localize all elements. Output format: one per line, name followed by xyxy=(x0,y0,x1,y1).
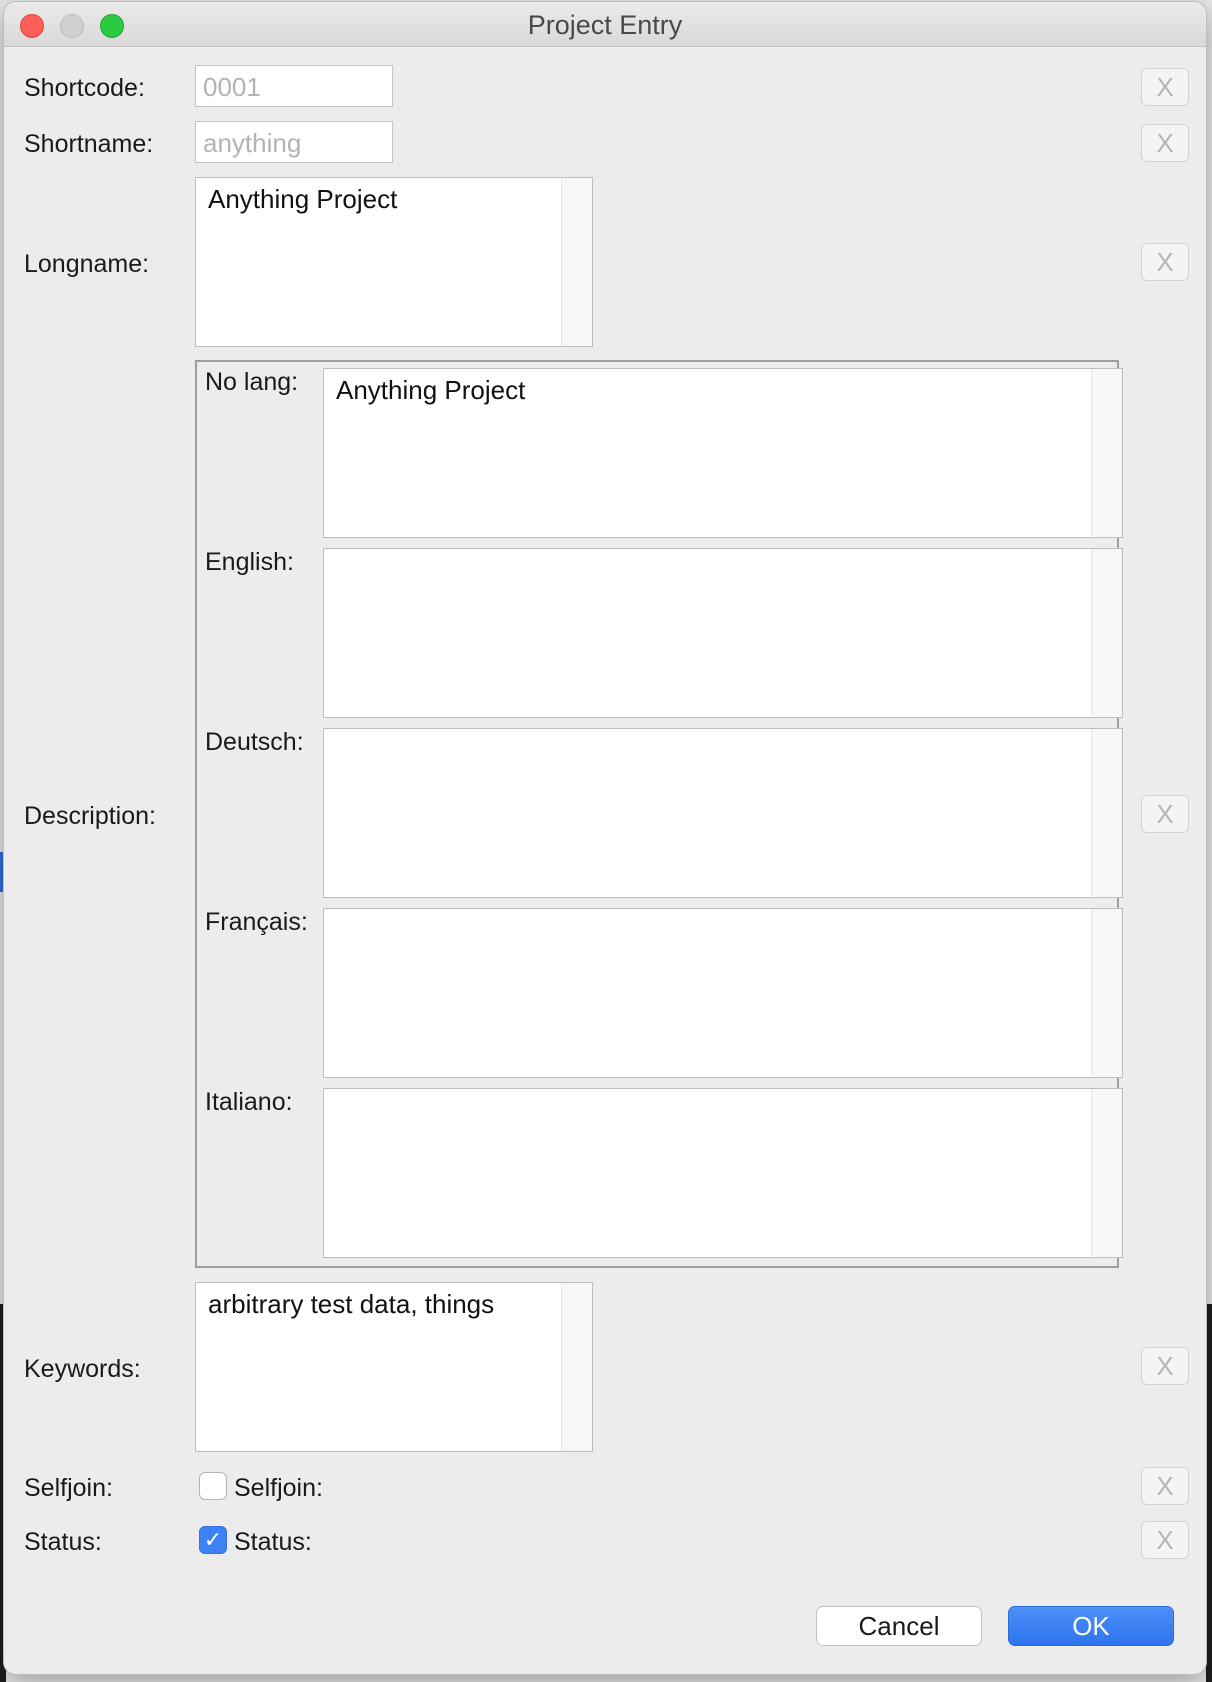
background-edge-right xyxy=(1206,1304,1212,1682)
description-english-scrollbar[interactable] xyxy=(1091,549,1122,717)
clear-shortname-button[interactable]: X xyxy=(1141,124,1189,162)
description-francais-textarea[interactable] xyxy=(323,908,1123,1078)
status-checkbox[interactable]: ✓ xyxy=(199,1526,227,1554)
longname-text: Anything Project xyxy=(208,184,398,214)
shortname-field[interactable]: anything xyxy=(195,121,393,163)
keywords-label: Keywords: xyxy=(24,1355,141,1383)
shortcode-label: Shortcode: xyxy=(24,74,145,102)
description-deutsch-scrollbar[interactable] xyxy=(1091,729,1122,897)
project-entry-dialog: Project Entry Shortcode: 0001 X Shortnam… xyxy=(4,2,1206,1674)
description-label: Description: xyxy=(24,802,156,830)
clear-longname-button[interactable]: X xyxy=(1141,243,1189,281)
description-english-textarea[interactable] xyxy=(323,548,1123,718)
selfjoin-label: Selfjoin: xyxy=(24,1474,113,1502)
keywords-scrollbar[interactable] xyxy=(561,1283,592,1451)
keywords-textarea[interactable]: arbitrary test data, things xyxy=(195,1282,593,1452)
description-francais-scrollbar[interactable] xyxy=(1091,909,1122,1077)
lang-label-italiano: Italiano: xyxy=(205,1088,293,1116)
clear-shortcode-button[interactable]: X xyxy=(1141,68,1189,106)
clear-selfjoin-button[interactable]: X xyxy=(1141,1467,1189,1505)
description-deutsch-textarea[interactable] xyxy=(323,728,1123,898)
ok-button[interactable]: OK xyxy=(1008,1606,1174,1646)
lang-label-nolang: No lang: xyxy=(205,368,299,396)
lang-label-english: English: xyxy=(205,548,294,576)
longname-scrollbar[interactable] xyxy=(561,178,592,346)
description-nolang-scrollbar[interactable] xyxy=(1091,369,1122,537)
description-italiano-textarea[interactable] xyxy=(323,1088,1123,1258)
shortname-label: Shortname: xyxy=(24,130,154,158)
clear-status-button[interactable]: X xyxy=(1141,1521,1189,1559)
shortcode-field[interactable]: 0001 xyxy=(195,65,393,107)
clear-description-button[interactable]: X xyxy=(1141,795,1189,833)
selfjoin-checkbox-label[interactable]: Selfjoin: xyxy=(234,1474,323,1503)
lang-label-deutsch: Deutsch: xyxy=(205,728,304,756)
clear-keywords-button[interactable]: X xyxy=(1141,1347,1189,1385)
description-nolang-text: Anything Project xyxy=(336,375,526,405)
description-nolang-textarea[interactable]: Anything Project xyxy=(323,368,1123,538)
description-italiano-scrollbar[interactable] xyxy=(1091,1089,1122,1257)
keywords-text: arbitrary test data, things xyxy=(208,1289,495,1319)
cancel-button[interactable]: Cancel xyxy=(816,1606,982,1646)
status-checkbox-label[interactable]: Status: xyxy=(234,1528,312,1557)
title-bar: Project Entry xyxy=(4,2,1206,47)
selfjoin-checkbox[interactable] xyxy=(199,1472,227,1500)
lang-label-francais: Français: xyxy=(205,908,308,936)
window-title: Project Entry xyxy=(527,10,683,40)
longname-textarea[interactable]: Anything Project xyxy=(195,177,593,347)
longname-label: Longname: xyxy=(24,250,150,278)
description-language-group: No lang: Anything Project English: Deuts… xyxy=(195,360,1123,1268)
status-label: Status: xyxy=(24,1528,102,1556)
